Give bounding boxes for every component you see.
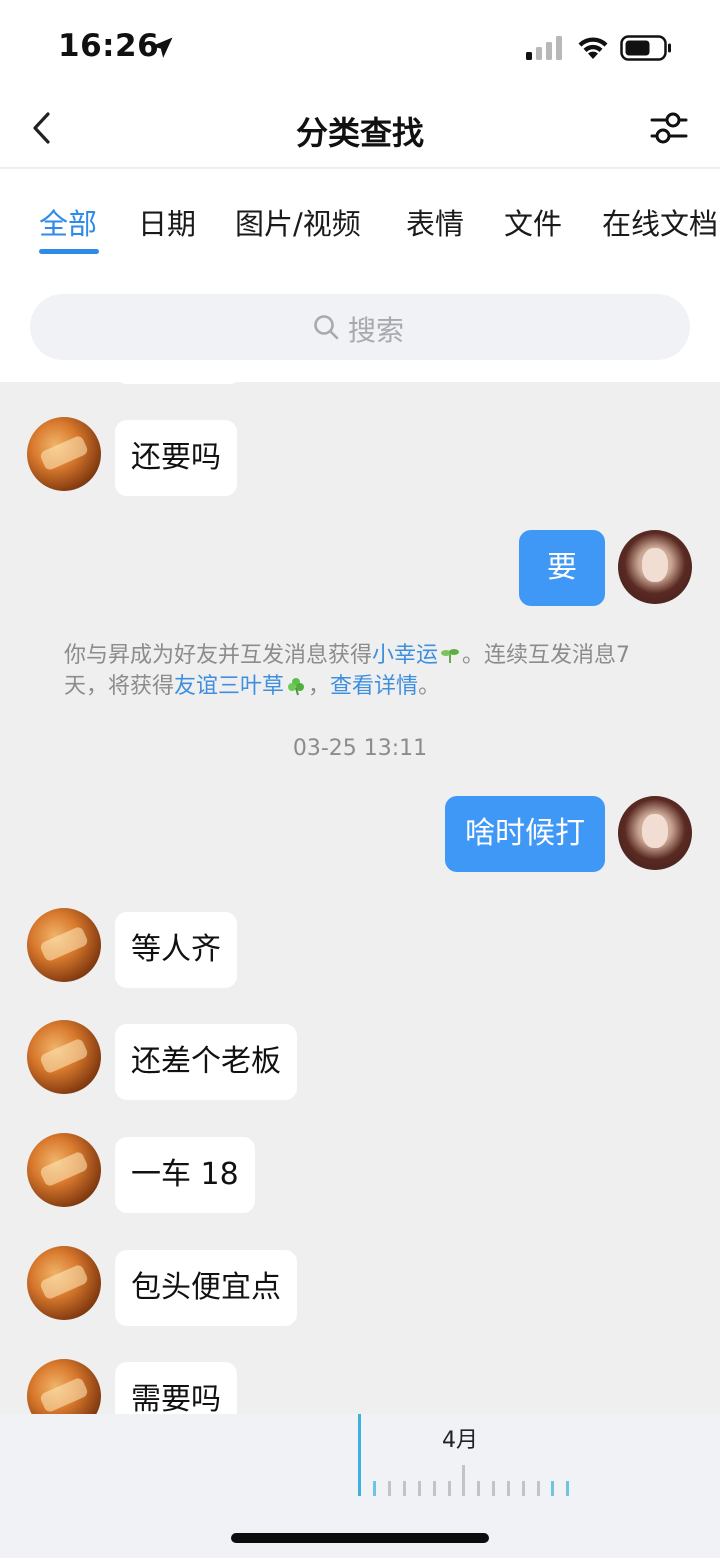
tab-images-videos[interactable]: 图片/视频 bbox=[235, 201, 361, 243]
my-avatar[interactable] bbox=[618, 796, 692, 870]
timeline-tick bbox=[448, 1481, 451, 1496]
battery-icon bbox=[620, 35, 671, 61]
timeline-tick bbox=[522, 1481, 525, 1496]
contact-avatar[interactable] bbox=[27, 1246, 101, 1320]
message-bubble-incoming[interactable]: 等人齐 bbox=[115, 912, 237, 988]
timeline-tick bbox=[537, 1481, 540, 1496]
nav-bar: 分类查找 bbox=[0, 90, 720, 168]
status-bar: 16:26 bbox=[0, 0, 720, 90]
category-tabs: 全部 日期 图片/视频 表情 文件 在线文档 bbox=[0, 169, 720, 269]
home-indicator bbox=[231, 1533, 489, 1543]
timeline-cursor[interactable] bbox=[358, 1414, 361, 1496]
lucky-link[interactable]: 小幸运 bbox=[372, 643, 438, 668]
system-notice-text: 你与昇成为好友并互发消息获得 bbox=[64, 643, 373, 668]
search-icon bbox=[314, 315, 339, 340]
friendship-clover-link[interactable]: 友谊三叶草 bbox=[174, 674, 284, 699]
system-notice: 你与昇成为好友并互发消息获得小幸运 。连续互发消息7天，将获得友谊三叶草 ，查看详情… bbox=[64, 640, 664, 702]
contact-avatar[interactable] bbox=[27, 1359, 101, 1414]
timeline-tick bbox=[433, 1481, 436, 1496]
search-area: 搜索 bbox=[0, 269, 720, 382]
message-bubble-outgoing[interactable]: 啥时候打 bbox=[445, 796, 605, 872]
timeline-tick bbox=[403, 1481, 406, 1496]
search-placeholder: 搜索 bbox=[348, 314, 405, 347]
clover-icon bbox=[288, 678, 305, 696]
status-time: 16:26 bbox=[58, 28, 160, 64]
message-bubble-incoming[interactable]: 还差个老板 bbox=[115, 1024, 297, 1100]
tab-date[interactable]: 日期 bbox=[138, 201, 196, 243]
timeline-tick bbox=[418, 1481, 421, 1496]
timeline-month-tick bbox=[462, 1465, 465, 1496]
system-notice-text: ， bbox=[308, 674, 331, 699]
location-arrow-icon bbox=[151, 37, 173, 58]
contact-avatar[interactable] bbox=[27, 1020, 101, 1094]
message-bubble-outgoing[interactable]: 要 bbox=[519, 530, 605, 606]
message-bubble-incoming[interactable]: 包头便宜点 bbox=[115, 1250, 297, 1326]
timeline-tick bbox=[477, 1481, 480, 1496]
contact-avatar[interactable] bbox=[27, 908, 101, 982]
date-timeline-scrubber[interactable]: 4月 bbox=[0, 1414, 720, 1558]
page-title: 分类查找 bbox=[295, 114, 424, 152]
cellular-signal-icon bbox=[526, 36, 562, 60]
tab-all[interactable]: 全部 bbox=[39, 201, 97, 243]
timeline-tick bbox=[551, 1481, 554, 1496]
sliders-icon[interactable] bbox=[646, 106, 692, 150]
timeline-tick bbox=[373, 1481, 376, 1496]
tab-stickers[interactable]: 表情 bbox=[406, 201, 464, 243]
message-bubble-incoming[interactable]: 一车 18 bbox=[115, 1137, 255, 1213]
contact-avatar[interactable] bbox=[27, 1133, 101, 1207]
search-input[interactable]: 搜索 bbox=[30, 294, 690, 360]
timeline-tick bbox=[566, 1481, 569, 1496]
tab-files[interactable]: 文件 bbox=[504, 201, 562, 243]
tab-online-docs[interactable]: 在线文档 bbox=[602, 201, 718, 243]
message-bubble-incoming[interactable]: 还要吗 bbox=[115, 420, 237, 496]
timeline-tick bbox=[388, 1481, 391, 1496]
active-tab-indicator bbox=[39, 249, 99, 254]
sprout-icon bbox=[441, 649, 460, 663]
message-timestamp: 03-25 13:11 bbox=[292, 736, 428, 761]
message-list[interactable]: 还要吗 要 你与昇成为好友并互发消息获得小幸运 。连续互发消息7天，将获得友谊三叶… bbox=[0, 382, 720, 1414]
message-bubble-incoming[interactable]: 需要吗 bbox=[115, 1362, 237, 1414]
month-label: 4月 bbox=[442, 1428, 478, 1453]
wifi-icon bbox=[578, 37, 608, 59]
view-details-link[interactable]: 查看详情 bbox=[330, 674, 418, 699]
timeline-tick bbox=[492, 1481, 495, 1496]
message-bubble-partial bbox=[115, 382, 241, 384]
contact-avatar[interactable] bbox=[27, 417, 101, 491]
system-notice-text: 。 bbox=[418, 674, 441, 699]
timeline-tick bbox=[507, 1481, 510, 1496]
my-avatar[interactable] bbox=[618, 530, 692, 604]
